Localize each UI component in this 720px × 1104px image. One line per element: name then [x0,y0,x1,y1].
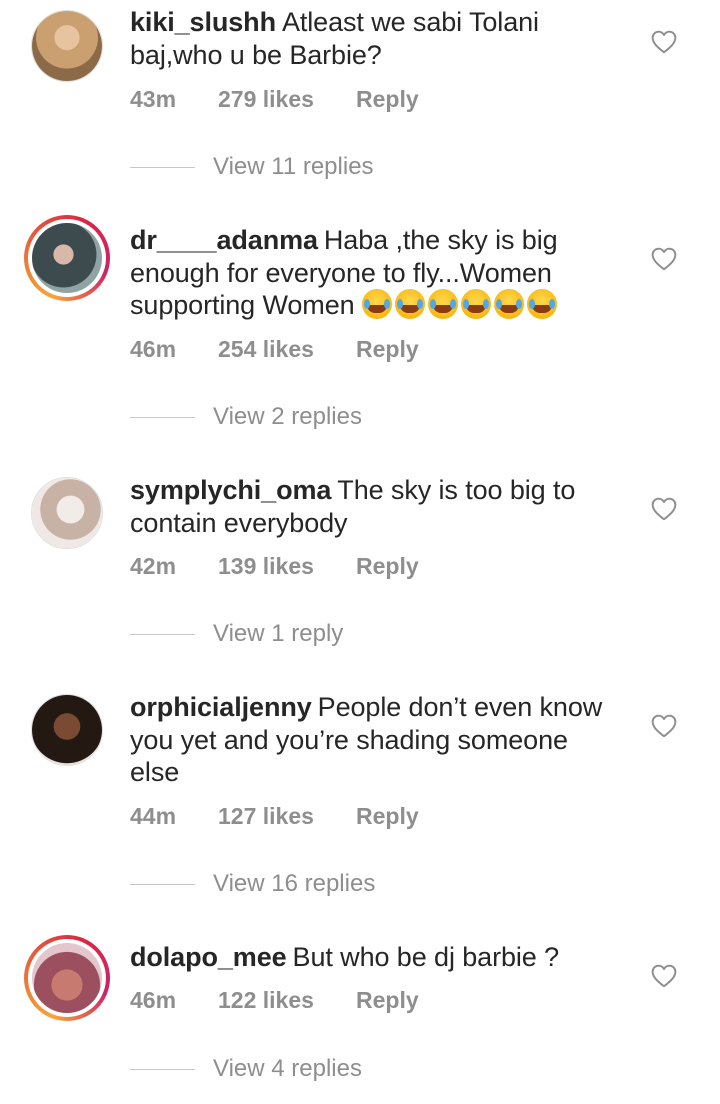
reply-button[interactable]: Reply [356,803,419,830]
comment-likes[interactable]: 279 likes [218,86,356,113]
avatar-image [32,695,102,765]
divider-line [130,1068,195,1070]
reply-button[interactable]: Reply [356,987,419,1014]
comment-username[interactable]: kiki_slushh [130,7,276,37]
divider-line [130,416,195,418]
avatar[interactable] [24,935,110,1021]
reply-button[interactable]: Reply [356,86,419,113]
face-with-tears-of-joy-icon [460,289,491,319]
heart-outline-icon[interactable] [651,30,677,54]
avatar-frame [32,478,102,548]
comment-meta: 44m 127 likes Reply [130,803,419,830]
heart-outline-icon[interactable] [651,247,677,271]
comment-meta: 46m 254 likes Reply [130,336,419,363]
view-replies-label: View 2 replies [213,403,362,430]
view-replies-button[interactable]: View 16 replies [130,870,375,900]
avatar[interactable] [24,215,110,301]
view-replies-label: View 11 replies [213,153,374,180]
avatar-frame [28,219,106,297]
comment-meta: 46m 122 likes Reply [130,987,419,1014]
avatar-image [32,478,102,548]
comment-text-block: dr____adanma Haba ,the sky is big enough … [130,224,610,322]
heart-outline-icon[interactable] [651,714,677,738]
comment-likes[interactable]: 139 likes [218,553,356,580]
face-with-tears-of-joy-icon [526,289,557,319]
view-replies-button[interactable]: View 2 replies [130,403,362,433]
reply-button[interactable]: Reply [356,336,419,363]
comment-meta: 42m 139 likes Reply [130,553,419,580]
comment-likes[interactable]: 127 likes [218,803,356,830]
comment-time: 46m [130,336,177,362]
view-replies-button[interactable]: View 4 replies [130,1055,362,1085]
view-replies-label: View 1 reply [213,620,344,647]
heart-outline-icon[interactable] [651,497,677,521]
comment-time: 42m [130,553,177,579]
heart-outline-icon[interactable] [651,964,677,988]
comment-likes[interactable]: 122 likes [218,987,356,1014]
comment-username[interactable]: dolapo_mee [130,942,287,972]
comment-text-block: kiki_slushh Atleast we sabi Tolani baj,wh… [130,6,610,71]
comment-time: 44m [130,803,177,829]
comment-text-block: symplychi_oma The sky is too big to conta… [130,474,610,539]
avatar-frame [28,939,106,1017]
avatar-image [32,943,102,1013]
comment-meta: 43m 279 likes Reply [130,86,419,113]
emoji-row [361,289,560,320]
divider-line [130,633,195,635]
avatar[interactable] [31,10,103,82]
comment-username[interactable]: dr____adanma [130,225,318,255]
comment-likes[interactable]: 254 likes [218,336,356,363]
face-with-tears-of-joy-icon [394,289,425,319]
face-with-tears-of-joy-icon [427,289,458,319]
reply-button[interactable]: Reply [356,553,419,580]
comment-text: But who be dj barbie ? [292,942,560,972]
comment-text-block: orphicialjenny People don’t even know you… [130,691,610,789]
comment-time: 46m [130,987,177,1013]
view-replies-button[interactable]: View 1 reply [130,620,343,650]
divider-line [130,166,195,168]
face-with-tears-of-joy-icon [361,289,392,319]
view-replies-button[interactable]: View 11 replies [130,153,374,183]
view-replies-label: View 4 replies [213,1055,362,1082]
comment-username[interactable]: orphicialjenny [130,692,312,722]
comment-text-block: dolapo_mee But who be dj barbie ? [130,941,610,974]
face-with-tears-of-joy-icon [493,289,524,319]
avatar-frame [32,695,102,765]
comment-time: 43m [130,86,177,112]
divider-line [130,883,195,885]
avatar-image [32,223,102,293]
avatar[interactable] [31,477,103,549]
avatar-frame [32,11,102,81]
avatar-image [32,11,102,81]
avatar[interactable] [31,694,103,766]
view-replies-label: View 16 replies [213,870,376,897]
comment-username[interactable]: symplychi_oma [130,475,331,505]
